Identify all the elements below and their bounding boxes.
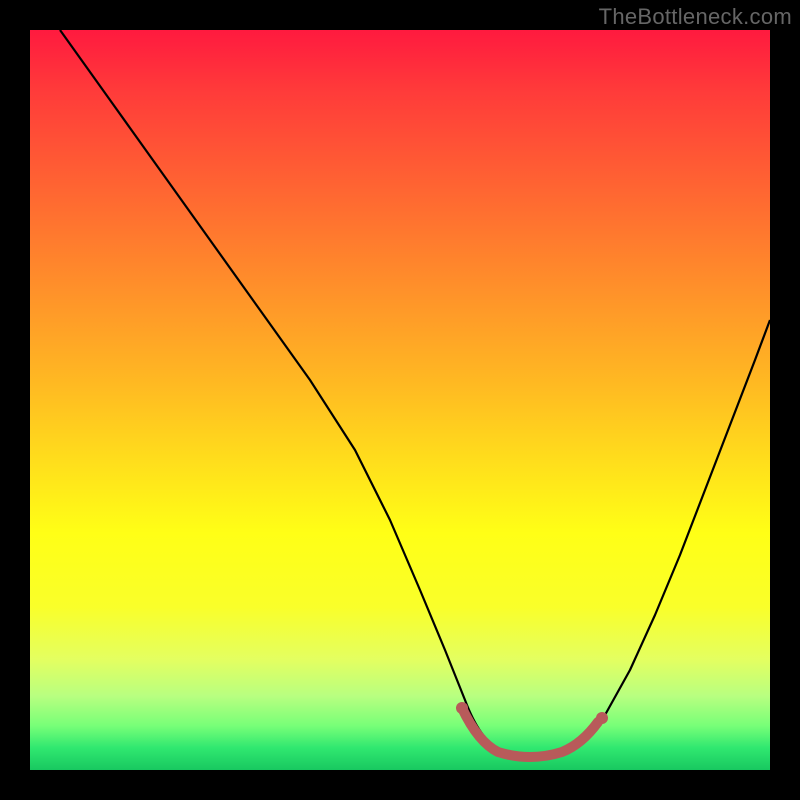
watermark-text: TheBottleneck.com xyxy=(599,4,792,30)
curve-svg xyxy=(30,30,770,770)
bottom-marker-dot-right xyxy=(596,712,608,724)
chart-frame: TheBottleneck.com xyxy=(0,0,800,800)
bottom-marker xyxy=(462,708,598,757)
bottleneck-curve-path xyxy=(60,30,770,755)
bottom-marker-dot-left xyxy=(456,702,468,714)
plot-area xyxy=(30,30,770,770)
